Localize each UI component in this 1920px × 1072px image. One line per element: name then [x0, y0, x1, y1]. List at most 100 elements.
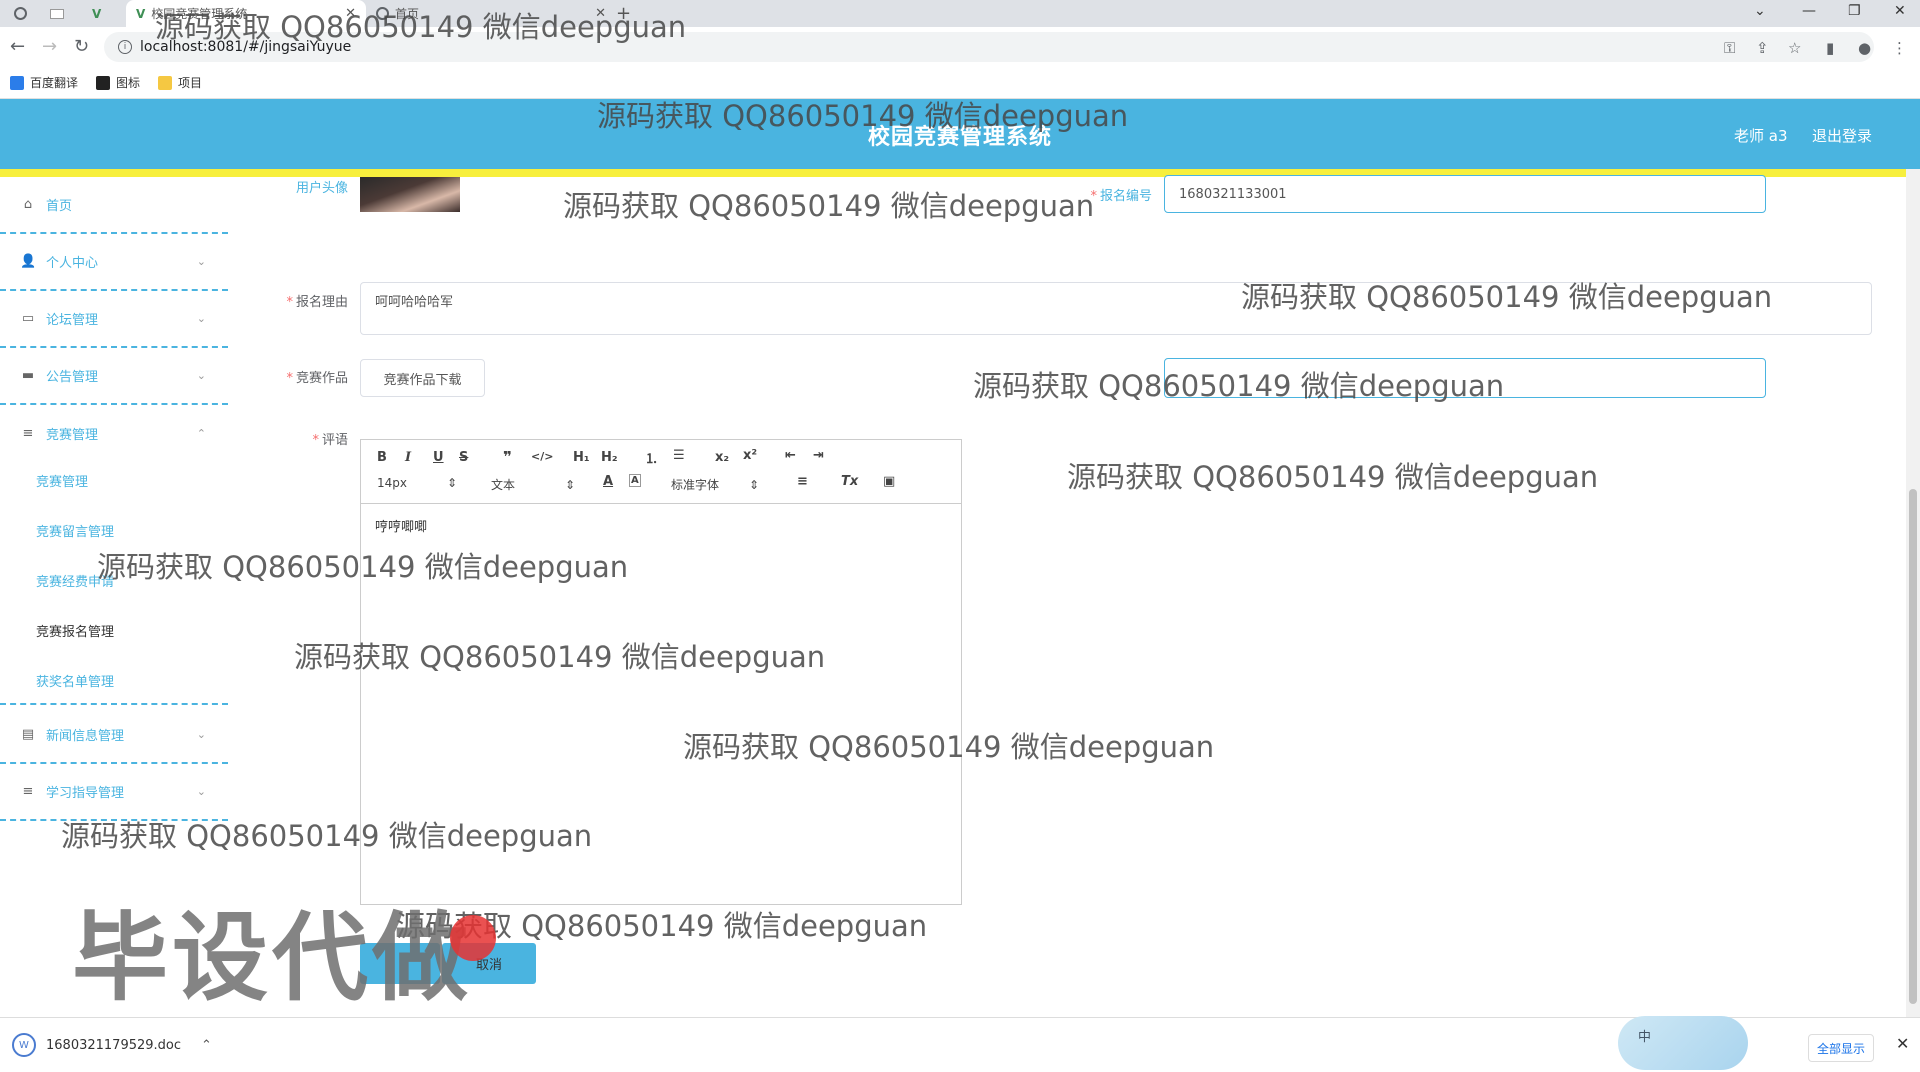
vue-icon: V	[136, 6, 146, 21]
restore-icon[interactable]: ❐	[1848, 3, 1861, 19]
chat-icon: ▤	[21, 727, 35, 742]
share-icon[interactable]: ⇪	[1756, 39, 1769, 57]
subscript-icon[interactable]: x₂	[715, 450, 729, 465]
italic-icon[interactable]: I	[405, 450, 411, 465]
sidebar-item-profile[interactable]: 👤 个人中心 ⌄	[0, 234, 228, 291]
sidebar-item-home[interactable]: ⌂ 首页	[0, 177, 228, 234]
strike-icon[interactable]: S	[459, 450, 468, 465]
download-work-button[interactable]: 竞赛作品下载	[360, 359, 485, 397]
avatar-label: 用户头像	[295, 181, 348, 196]
pinned-tab-2[interactable]	[50, 0, 64, 27]
current-user: 老师 a3	[1734, 127, 1788, 145]
sidebar-item-competition[interactable]: ≡ 竞赛管理 ⌃	[0, 405, 228, 462]
ime-widget[interactable]: 中	[1618, 1016, 1748, 1070]
forward-icon[interactable]: →	[42, 36, 57, 57]
folder-icon	[158, 75, 173, 90]
menu-dots-icon[interactable]: ⋮	[1892, 39, 1907, 57]
image-icon	[96, 75, 111, 90]
sidebar-subitem-active[interactable]: 竞赛报名管理	[36, 621, 114, 640]
list-icon: ≡	[22, 426, 34, 441]
sidebar-subitem[interactable]: 竞赛管理	[36, 471, 88, 490]
bookmark-star-icon[interactable]: ☆	[1788, 39, 1801, 57]
font-size-select[interactable]: 14px ⇕	[377, 476, 457, 490]
sidebar-item-forum[interactable]: ▭ 论坛管理 ⌄	[0, 291, 228, 348]
sidebar-item-news[interactable]: ▤ 新闻信息管理 ⌄	[0, 707, 228, 764]
chevron-down-icon: ⌄	[196, 255, 206, 268]
document-icon: W	[12, 1033, 36, 1057]
chevron-down-icon: ⌄	[196, 369, 206, 382]
chevron-down-icon: ⌄	[196, 728, 206, 741]
key-icon[interactable]: ⚿	[1724, 39, 1735, 57]
forum-icon: ▭	[21, 311, 35, 326]
clear-format-icon[interactable]: Tx	[841, 474, 858, 489]
show-all-downloads-button[interactable]: 全部显示	[1808, 1034, 1874, 1062]
comment-label: * 评语	[312, 433, 348, 448]
bold-icon[interactable]: B	[377, 450, 387, 465]
info-icon[interactable]: i	[118, 40, 132, 54]
watermark-text: 源码获取 QQ86050149 微信deepguan	[1067, 460, 1599, 494]
superscript-icon[interactable]: x²	[743, 448, 757, 463]
divider	[0, 703, 228, 705]
underline-icon[interactable]: U	[433, 450, 444, 465]
bullet-list-icon[interactable]: ☰	[673, 448, 685, 463]
editor-content[interactable]: 哼哼唧唧	[361, 504, 961, 547]
side-panel-icon[interactable]: ▮	[1826, 39, 1834, 57]
bookmark-item[interactable]: 百度翻译	[10, 74, 78, 91]
close-icon[interactable]: ✕	[1896, 1034, 1909, 1053]
pinned-tab[interactable]	[14, 0, 27, 27]
sidebar-subitem[interactable]: 竞赛留言管理	[36, 521, 114, 540]
watermark-text: 源码获取 QQ86050149 微信deepguan	[97, 550, 629, 584]
chevron-down-icon: ⌄	[196, 785, 206, 798]
font-color-icon[interactable]: A	[603, 474, 613, 489]
chevron-up-icon[interactable]: ⌃	[201, 1038, 212, 1053]
align-icon[interactable]: ≡	[797, 474, 808, 489]
page-scrollbar[interactable]	[1906, 169, 1920, 1017]
ordered-list-icon[interactable]: ⒈	[645, 448, 658, 467]
reason-label: * 报名理由	[286, 295, 348, 310]
briefcase-icon: ▬	[21, 368, 35, 383]
vue-tab[interactable]: V	[92, 0, 101, 27]
translate-icon	[10, 75, 24, 90]
user-avatar	[360, 177, 460, 212]
heading1-icon[interactable]: H₁	[573, 450, 590, 465]
bookmark-item[interactable]: 项目	[158, 74, 202, 91]
blockquote-icon[interactable]: ❞	[503, 448, 512, 466]
download-item[interactable]: W 1680321179529.doc ⌃	[12, 1028, 212, 1062]
watermark-text: 源码获取 QQ86050149 微信deepguan	[1241, 280, 1773, 314]
reload-icon[interactable]: ↻	[74, 36, 89, 57]
sidebar-subitem[interactable]: 获奖名单管理	[36, 671, 114, 690]
chevron-up-icon: ⌃	[196, 427, 206, 440]
minimize-icon[interactable]: —	[1802, 3, 1816, 19]
background-color-icon[interactable]: A	[629, 474, 641, 487]
bookmark-item[interactable]: 图标	[96, 74, 140, 91]
sidebar-item-notice[interactable]: ▬ 公告管理 ⌄	[0, 348, 228, 405]
indent-increase-icon[interactable]: ⇥	[813, 448, 824, 463]
reg-no-field[interactable]: 1680321133001	[1164, 175, 1766, 213]
watermark-text: 源码获取 QQ86050149 微信deepguan	[61, 819, 593, 853]
block-type-select[interactable]: 文本 ⇕	[491, 476, 575, 493]
watermark-text: 源码获取 QQ86050149 微信deepguan	[155, 10, 687, 44]
heading2-icon[interactable]: H₂	[601, 450, 618, 465]
watermark-text: 源码获取 QQ86050149 微信deepguan	[973, 369, 1505, 403]
big-watermark: 毕设代做	[72, 902, 472, 1014]
user-icon: 👤	[20, 254, 37, 269]
page-icon	[50, 8, 64, 19]
code-icon[interactable]: </>	[531, 450, 553, 463]
work-label: * 竞赛作品	[286, 371, 348, 386]
tab-search-icon[interactable]: ⌄	[1754, 3, 1766, 19]
back-icon[interactable]: ←	[10, 36, 25, 57]
window-close-icon[interactable]: ✕	[1894, 3, 1906, 19]
logout-link[interactable]: 退出登录	[1812, 125, 1872, 146]
font-family-select[interactable]: 标准字体 ⇕	[671, 476, 759, 493]
chevron-down-icon: ⌄	[196, 312, 206, 325]
globe-icon	[14, 7, 27, 20]
editor-toolbar: B I U S ❞ </> H₁ H₂ ⒈ ☰ x₂ x² ⇤ ⇥ 14px ⇕ …	[361, 440, 961, 504]
insert-image-icon[interactable]: ▣	[883, 474, 895, 489]
vue-icon: V	[92, 6, 102, 21]
list-icon: ≡	[22, 784, 34, 799]
profile-icon[interactable]: ●	[1858, 39, 1871, 57]
scrollbar-thumb[interactable]	[1909, 489, 1917, 1004]
watermark-text: 源码获取 QQ86050149 微信deepguan	[597, 99, 1129, 133]
indent-decrease-icon[interactable]: ⇤	[785, 448, 796, 463]
watermark-text: 源码获取 QQ86050149 微信deepguan	[294, 640, 826, 674]
